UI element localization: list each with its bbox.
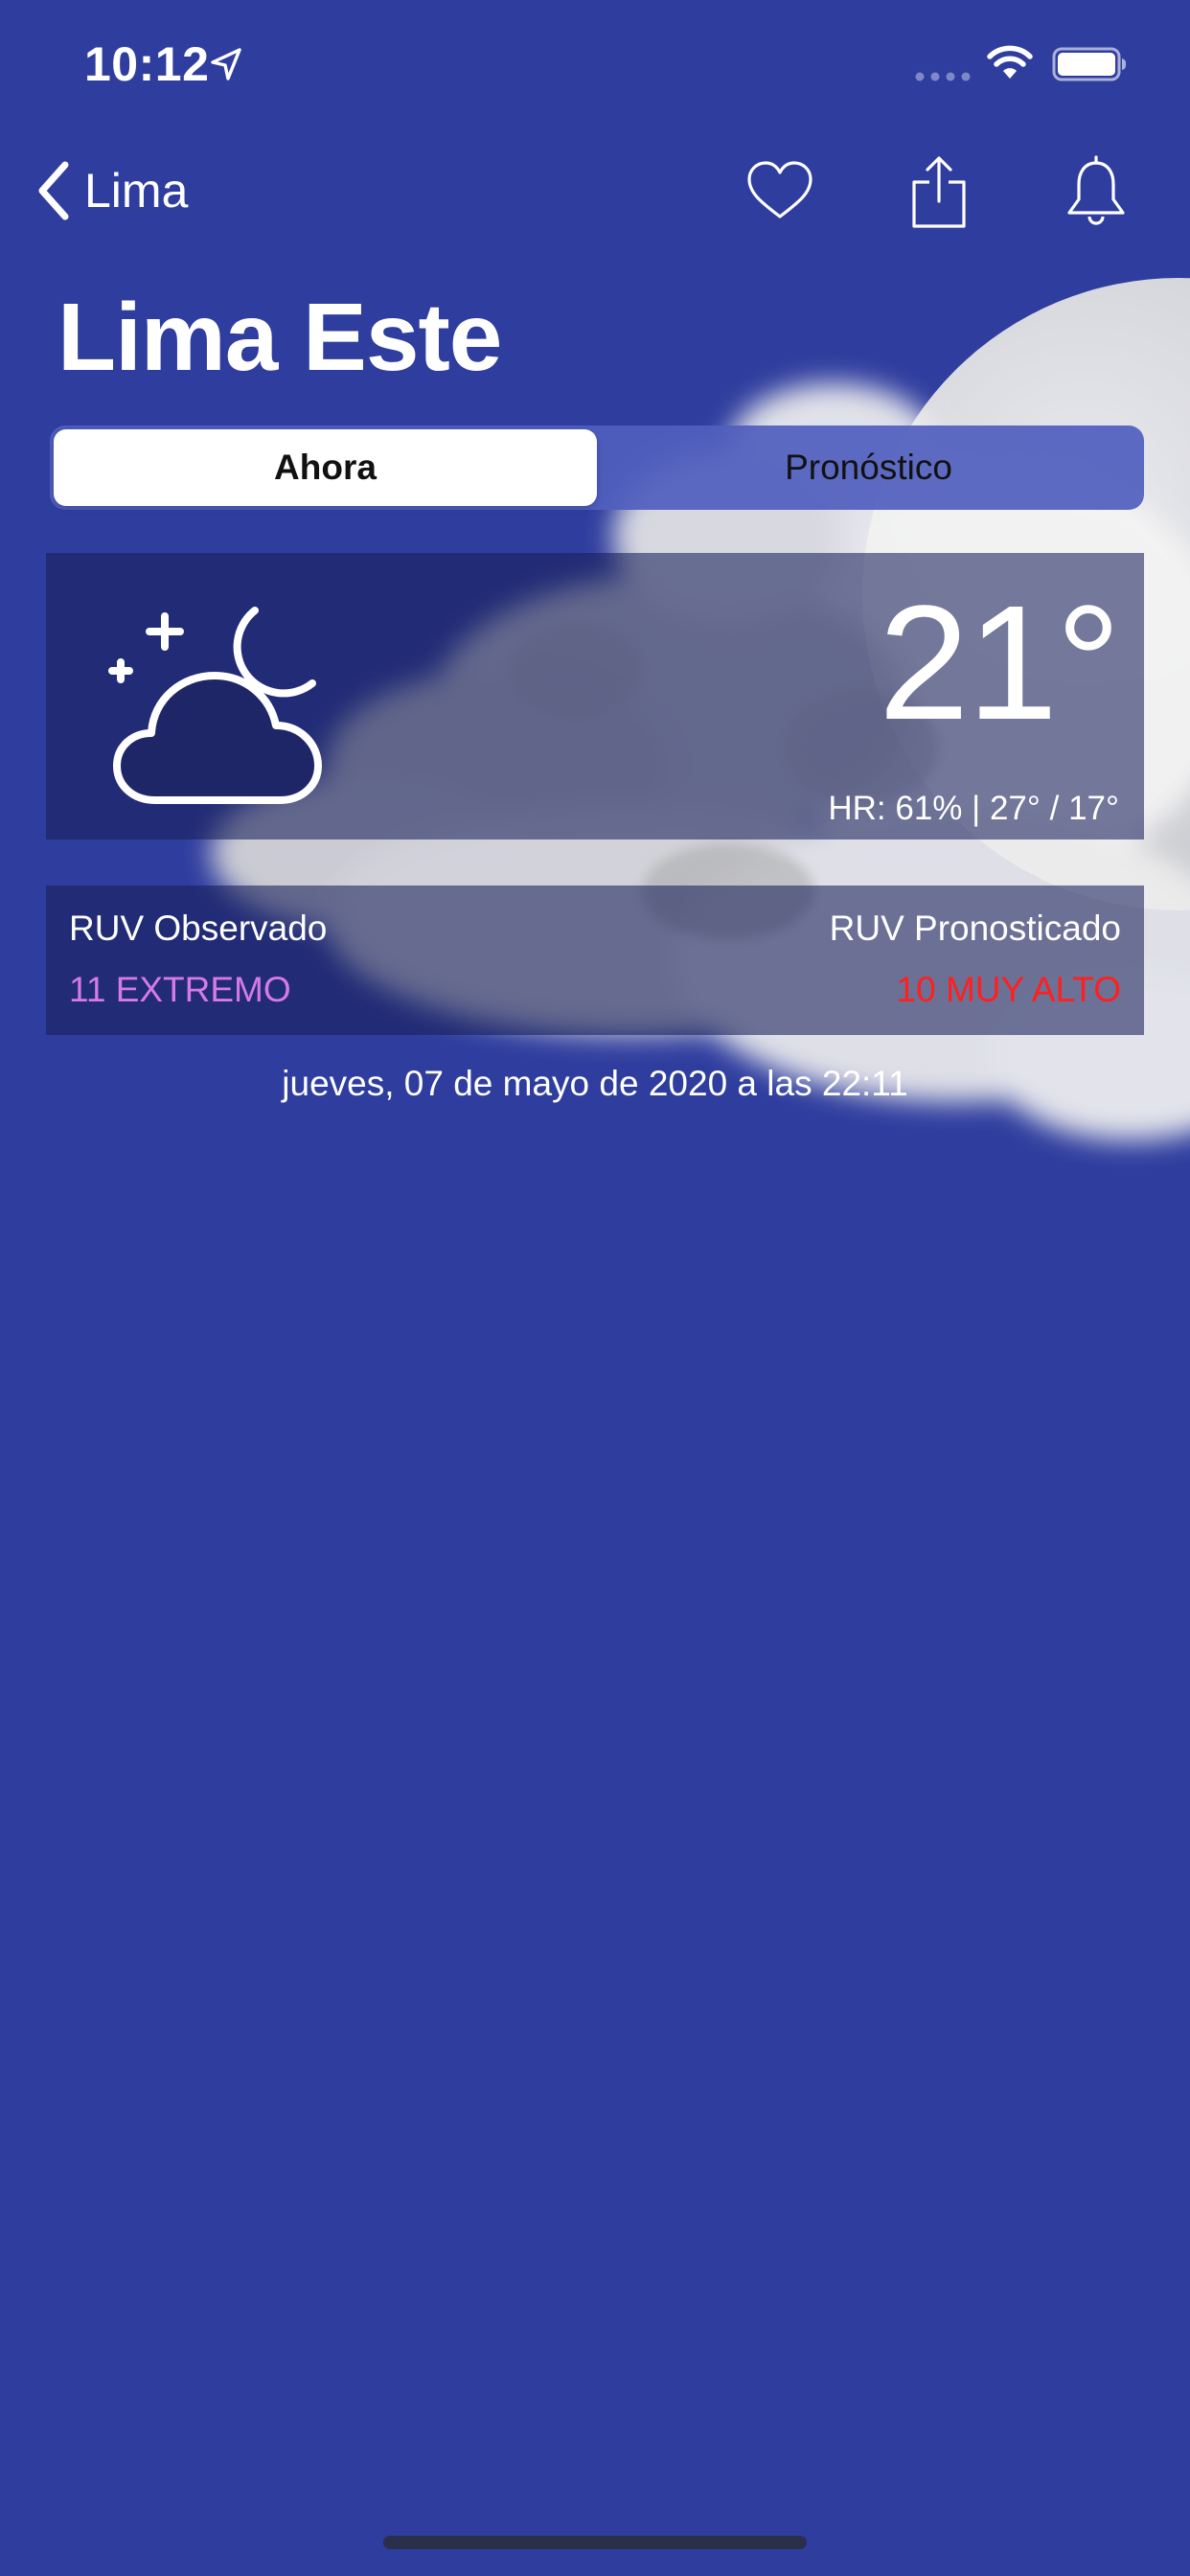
uv-observed-label: RUV Observado (69, 908, 328, 948)
back-button[interactable]: Lima (33, 157, 188, 224)
signal-dots-icon (915, 72, 971, 81)
tab-pronostico[interactable]: Pronóstico (597, 429, 1140, 506)
status-bar: 10:12 (0, 0, 1190, 129)
uv-observed-value: 11 EXTREMO (69, 970, 291, 1009)
night-partly-cloudy-icon (108, 607, 322, 804)
tab-ahora[interactable]: Ahora (54, 429, 597, 506)
chevron-left-icon (38, 161, 69, 220)
uv-forecast-value: 10 MUY ALTO (896, 970, 1121, 1009)
status-time: 10:12 (84, 37, 210, 91)
weather-screen: 10:12 Lima Lima Este Ahora Pronóstico 21… (0, 0, 1190, 2576)
share-icon[interactable] (901, 153, 977, 230)
view-segmented-control: Ahora Pronóstico (50, 426, 1144, 510)
battery-icon (1052, 47, 1127, 81)
uv-index-card: RUV Observado 11 EXTREMO RUV Pronosticad… (46, 886, 1144, 1035)
heart-icon[interactable] (742, 153, 818, 230)
bell-icon[interactable] (1058, 153, 1134, 230)
navigation-bar: Lima (0, 134, 1190, 249)
humidity-minmax: HR: 61% | 27° / 17° (828, 790, 1119, 827)
current-temperature: 21° (878, 572, 1121, 754)
current-weather-card: 21° HR: 61% | 27° / 17° (46, 553, 1144, 840)
home-indicator[interactable] (383, 2536, 807, 2549)
location-arrow-icon (211, 48, 241, 80)
wifi-icon (987, 45, 1033, 79)
observation-timestamp: jueves, 07 de mayo de 2020 a las 22:11 (282, 1064, 908, 1103)
back-label: Lima (84, 164, 189, 218)
uv-forecast-label: RUV Pronosticado (829, 908, 1121, 948)
page-title: Lima Este (57, 284, 502, 391)
